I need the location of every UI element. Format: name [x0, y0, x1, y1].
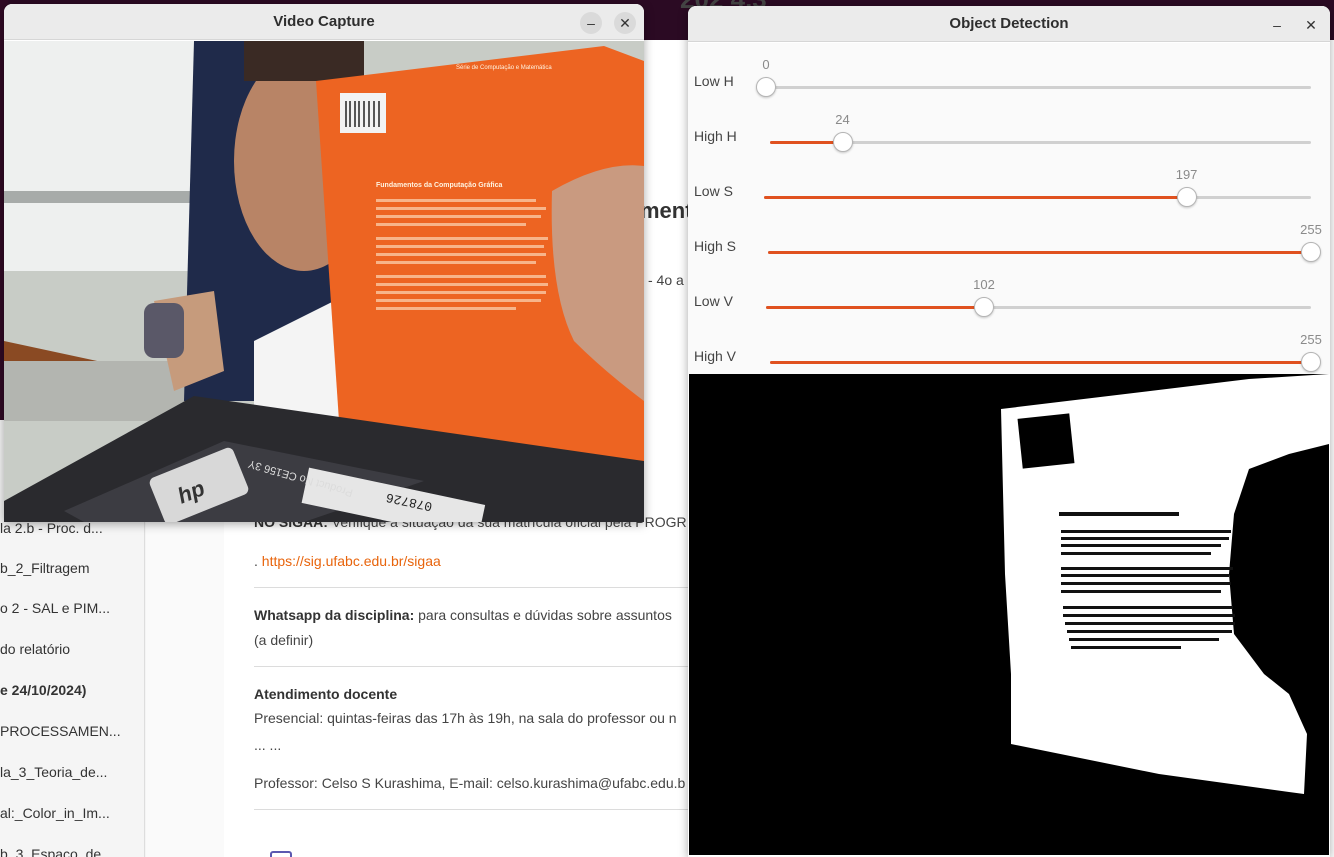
sigaa-link[interactable]: https://sig.ufabc.edu.br/sigaa	[262, 553, 441, 569]
slider-value: 197	[1175, 167, 1198, 182]
slider-track[interactable]: 255	[768, 222, 1322, 262]
sidebar-item[interactable]: o 2 - SAL e PIM...	[0, 600, 140, 616]
book-title: Fundamentos da Computação Gráfica	[376, 182, 503, 189]
slider-high-h: High H 24	[688, 106, 1330, 161]
whatsapp-note: (a definir)	[254, 632, 314, 648]
divider	[254, 809, 694, 810]
slider-value: 255	[1300, 332, 1322, 347]
slider-label: High V	[694, 348, 737, 364]
slider-track[interactable]: 197	[764, 167, 1311, 207]
sidebar-item[interactable]: e 24/10/2024)	[0, 682, 140, 698]
atendimento-ellipsis: ... ...	[254, 737, 282, 753]
video-titlebar[interactable]: Video Capture – ✕	[4, 4, 644, 40]
close-button[interactable]: ✕	[1300, 14, 1322, 36]
slider-low-h: Low H 0	[688, 51, 1330, 106]
divider	[254, 666, 694, 667]
slider-label: High S	[694, 238, 737, 254]
slider-track[interactable]: 255	[770, 332, 1322, 372]
binary-mask-view	[689, 374, 1329, 855]
slider-knob[interactable]	[1176, 187, 1197, 207]
sidebar-item[interactable]: b_3_Espaco_de...	[0, 846, 140, 857]
slider-label: Low V	[694, 293, 733, 309]
slider-high-v: High V 255	[688, 326, 1330, 381]
sidebar-item[interactable]: la_3_Teoria_de...	[0, 764, 140, 780]
slider-fill	[764, 196, 1187, 199]
sidebar-item[interactable]: la 2.b - Proc. d...	[0, 520, 140, 536]
slider-track[interactable]: 0	[756, 57, 1311, 97]
slider-low-v: Low V 102	[688, 271, 1330, 326]
slider-knob[interactable]	[756, 77, 776, 97]
slider-knob[interactable]	[1301, 242, 1321, 262]
professor-contact: Professor: Celso S Kurashima, E-mail: ce…	[254, 775, 686, 791]
window-title: Object Detection	[949, 15, 1069, 32]
camera-frame: Fundamentos da Computação Gráfica Série …	[4, 41, 644, 522]
sidebar-item[interactable]: do relatório	[0, 641, 140, 657]
minimize-button[interactable]: –	[1266, 14, 1288, 36]
slider-value: 0	[762, 57, 770, 72]
slider-knob[interactable]	[832, 132, 853, 152]
inline-text-partial: - 4o a	[648, 272, 684, 288]
slider-knob[interactable]	[974, 297, 994, 317]
close-button[interactable]: ✕	[614, 12, 636, 34]
sidebar-item[interactable]: al:_Color_in_Im...	[0, 805, 140, 821]
slider-label: Low S	[694, 183, 733, 199]
slider-value: 102	[973, 277, 995, 292]
sigaa-link-line: . https://sig.ufabc.edu.br/sigaa	[254, 553, 441, 569]
book-series: Série de Computação e Matemática	[456, 65, 552, 71]
mask-image	[689, 374, 1329, 855]
slider-low-s: Low S 197	[688, 161, 1330, 216]
sidebar-item[interactable]: b_2_Filtragem	[0, 560, 140, 576]
minimize-button[interactable]: –	[580, 12, 602, 34]
atendimento-heading: Atendimento docente	[254, 686, 398, 702]
video-capture-window: Video Capture – ✕ Fundamentos da Computa…	[4, 4, 644, 522]
whatsapp-label: Whatsapp da disciplina:	[254, 607, 415, 623]
slider-fill	[766, 306, 984, 309]
link-prefix: .	[254, 553, 262, 569]
detect-titlebar[interactable]: Object Detection – ✕	[688, 6, 1330, 42]
slider-high-s: High S 255	[688, 216, 1330, 271]
whatsapp-text: para consultas e dúvidas sobre assuntos	[414, 607, 672, 623]
slider-knob[interactable]	[1301, 352, 1321, 372]
window-title: Video Capture	[273, 13, 375, 30]
slider-label: High H	[694, 128, 737, 144]
slider-track[interactable]: 102	[766, 277, 1311, 317]
slider-label: Low H	[694, 73, 734, 89]
slider-value: 255	[1300, 222, 1322, 237]
hsv-slider-panel: Low H 0 High H 24 Low S 197 High S 255 L…	[688, 43, 1330, 374]
section-heading-partial: ment	[640, 198, 693, 223]
object-detection-window: Object Detection – ✕ Low H 0 High H 24 L…	[688, 6, 1330, 857]
sidebar-item[interactable]: PROCESSAMEN...	[0, 723, 140, 739]
slider-fill	[768, 251, 1311, 254]
slider-value: 24	[835, 112, 850, 127]
slider-fill	[770, 361, 1311, 364]
slider-track[interactable]: 24	[770, 112, 1311, 152]
atendimento-text: Presencial: quintas-feiras das 17h às 19…	[254, 710, 677, 726]
divider	[254, 587, 694, 588]
whatsapp-line: Whatsapp da disciplina: para consultas e…	[254, 607, 672, 623]
document-icon	[270, 851, 292, 857]
camera-image: Fundamentos da Computação Gráfica Série …	[4, 41, 644, 522]
